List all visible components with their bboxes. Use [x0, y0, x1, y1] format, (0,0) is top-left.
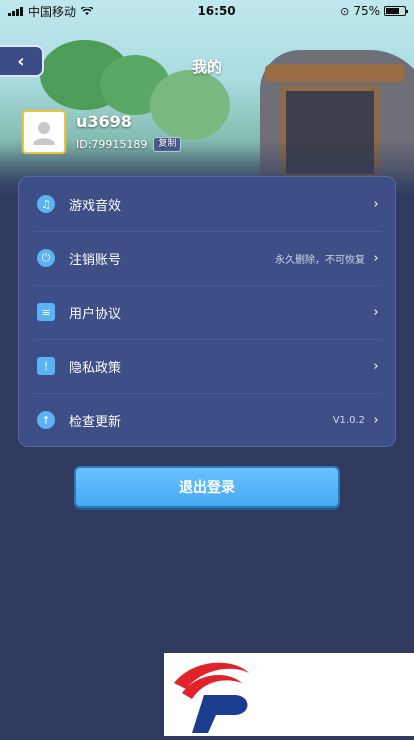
music-note-icon: ♫: [37, 195, 55, 213]
chevron-right-icon: ›: [373, 412, 379, 428]
shield-icon: !: [37, 357, 55, 375]
version-label: V1.0.2: [332, 414, 365, 426]
copy-id-button[interactable]: 复制: [153, 137, 182, 152]
setting-label: 游戏音效: [69, 198, 122, 214]
setting-row-user-agreement[interactable]: ≡ 用户协议 ›: [33, 285, 381, 340]
upload-arrow-icon: ↑: [37, 411, 55, 429]
setting-label: 用户协议: [69, 306, 122, 322]
setting-row-sound[interactable]: ♫ 游戏音效 ›: [33, 177, 381, 232]
chevron-right-icon: ›: [373, 250, 379, 266]
avatar[interactable]: [22, 110, 66, 154]
chevron-right-icon: ›: [373, 304, 379, 320]
header-scenery: [0, 0, 414, 200]
status-bar: 中国移动 16:50 ⊙ 75%: [0, 0, 414, 22]
chevron-right-icon: ›: [373, 358, 379, 374]
clock: 16:50: [197, 4, 236, 18]
user-placeholder-icon: [33, 122, 55, 145]
document-icon: ≡: [37, 303, 55, 321]
wifi-icon: [81, 6, 94, 15]
watermark-logo: [164, 653, 414, 736]
profile-card: u3698 ID:79915189 复制: [22, 110, 182, 154]
logo-mark-icon: [174, 662, 249, 733]
battery-percent: 75%: [353, 4, 380, 18]
setting-row-delete-account[interactable]: ⏻ 注销账号 永久删除，不可恢复 ›: [33, 231, 381, 286]
setting-label: 检查更新: [69, 414, 122, 430]
setting-label: 注销账号: [69, 252, 122, 268]
setting-value: 永久删除，不可恢复: [275, 254, 365, 266]
chevron-right-icon: ›: [373, 196, 379, 212]
page-title: 我的: [191, 58, 222, 76]
setting-row-check-update[interactable]: ↑ 检查更新 V1.0.2 ›: [33, 393, 381, 447]
setting-row-privacy-policy[interactable]: ! 隐私政策 ›: [33, 339, 381, 394]
settings-panel: ♫ 游戏音效 › ⏻ 注销账号 永久删除，不可恢复 › ≡ 用户协议 › ! 隐…: [18, 176, 396, 447]
user-id: ID:79915189: [76, 138, 148, 151]
setting-label: 隐私政策: [69, 360, 122, 376]
username: u3698: [76, 112, 132, 131]
battery-icon: [383, 6, 408, 16]
signal-icon: [8, 6, 23, 16]
power-icon: ⏻: [37, 249, 55, 267]
carrier-label: 中国移动: [28, 4, 77, 19]
logout-button[interactable]: 退出登录: [74, 466, 340, 508]
orientation-lock-icon: ⊙: [340, 4, 350, 18]
